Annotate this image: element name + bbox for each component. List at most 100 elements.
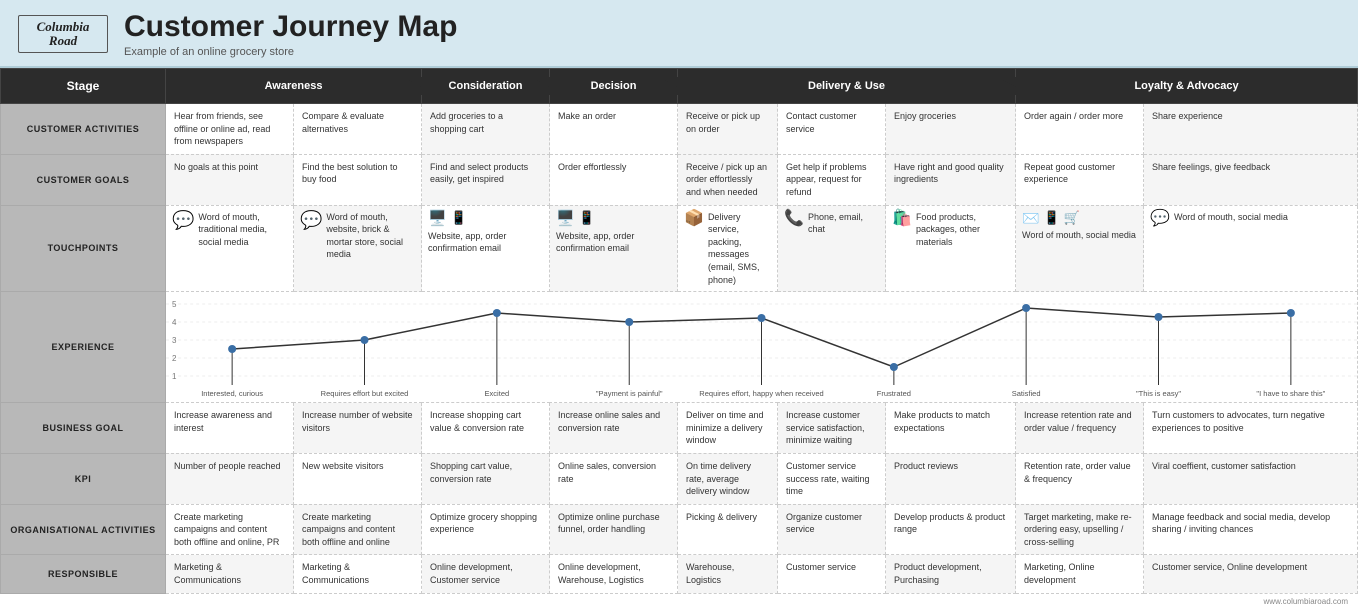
- point-awareness1: [228, 345, 236, 385]
- point-consideration: [493, 309, 501, 385]
- resp-delivery1: Warehouse, Logistics: [678, 555, 778, 593]
- touch-consideration: 🖥️ 📱 Website, app, order confirmation em…: [422, 205, 550, 292]
- oa-loyalty1: Target marketing, make re-ordering easy,…: [1016, 504, 1144, 555]
- kpi-row: KPI Number of people reached New website…: [1, 453, 1358, 504]
- act-decision: Make an order: [550, 104, 678, 155]
- svg-text:Excited: Excited: [485, 389, 510, 398]
- oa-delivery2: Organize customer service: [778, 504, 886, 555]
- point-awareness2: [360, 336, 368, 385]
- touchpoints-row: Touchpoints 💬 Word of mouth, traditional…: [1, 205, 1358, 292]
- footer: www.columbiaroad.com: [0, 594, 1358, 609]
- label-touchpoints: Touchpoints: [1, 205, 166, 292]
- kpi-consideration: Shopping cart value, conversion rate: [422, 453, 550, 504]
- act-loyalty1: Order again / order more: [1016, 104, 1144, 155]
- envelope-icon: ✉️: [1022, 211, 1039, 225]
- svg-text:"I have to share this": "I have to share this": [1256, 389, 1325, 398]
- experience-chart-svg: 5 4 3 2 1: [166, 292, 1357, 402]
- business-goal-row: Business Goal Increase awareness and int…: [1, 403, 1358, 454]
- logo-text: ColumbiaRoad: [37, 20, 90, 49]
- label-customer-activities: Customer Activities: [1, 104, 166, 155]
- touch-delivery2: 📞 Phone, email, chat: [778, 205, 886, 292]
- resp-decision: Online development, Warehouse, Logistics: [550, 555, 678, 593]
- speech-icon: 💬: [172, 211, 194, 229]
- label-responsible: Responsible: [1, 555, 166, 593]
- bg-delivery2: Increase customer service satisfaction, …: [778, 403, 886, 454]
- act-delivery1: Receive or pick up on order: [678, 104, 778, 155]
- resp-awareness2: Marketing & Communications: [294, 555, 422, 593]
- stage-label-cell: Stage: [1, 69, 166, 104]
- bg-decision: Increase online sales and conversion rat…: [550, 403, 678, 454]
- touch-delivery3: 🛍️ Food products, packages, other materi…: [886, 205, 1016, 292]
- act-awareness1: Hear from friends, see offline or online…: [166, 104, 294, 155]
- stage-header-row: Stage Awareness ▶ Consideration ▶ Decisi…: [1, 69, 1358, 104]
- point-delivery1: [757, 314, 765, 385]
- point-delivery3: [1022, 304, 1030, 385]
- responsible-row: Responsible Marketing & Communications M…: [1, 555, 1358, 593]
- svg-text:Satisfied: Satisfied: [1012, 389, 1041, 398]
- goals-delivery3: Have right and good quality ingredients: [886, 154, 1016, 205]
- goals-awareness1: No goals at this point: [166, 154, 294, 205]
- label-org-activities: Organisational Activities: [1, 504, 166, 555]
- touch-delivery1: 📦 Delivery service, packing, messages (e…: [678, 205, 778, 292]
- bg-loyalty1: Increase retention rate and order value …: [1016, 403, 1144, 454]
- bg-delivery3: Make products to match expectations: [886, 403, 1016, 454]
- kpi-delivery2: Customer service success rate, waiting t…: [778, 453, 886, 504]
- bg-awareness1: Increase awareness and interest: [166, 403, 294, 454]
- kpi-awareness2: New website visitors: [294, 453, 422, 504]
- monitor-icon2: 🖥️: [556, 211, 575, 226]
- goals-consideration: Find and select products easily, get ins…: [422, 154, 550, 205]
- touch-text: Word of mouth, traditional media, social…: [198, 211, 287, 249]
- stage-consideration: Consideration ▶: [422, 69, 550, 104]
- point-loyalty1: [1154, 313, 1162, 385]
- header-title-area: Customer Journey Map Example of an onlin…: [124, 10, 457, 58]
- touch-awareness1: 💬 Word of mouth, traditional media, soci…: [166, 205, 294, 292]
- oa-delivery1: Picking & delivery: [678, 504, 778, 555]
- stage-loyalty: Loyalty & Advocacy: [1016, 69, 1358, 104]
- kpi-loyalty2: Viral coeffient, customer satisfaction: [1144, 453, 1358, 504]
- svg-text:3: 3: [172, 336, 177, 345]
- act-loyalty2: Share experience: [1144, 104, 1358, 155]
- subtitle: Example of an online grocery store: [124, 46, 457, 58]
- speech-icon2: 💬: [300, 211, 322, 229]
- label-kpi: KPI: [1, 453, 166, 504]
- goals-loyalty2: Share feelings, give feedback: [1144, 154, 1358, 205]
- resp-loyalty1: Marketing, Online development: [1016, 555, 1144, 593]
- touch-loyalty2: 💬 Word of mouth, social media: [1144, 205, 1358, 292]
- oa-delivery3: Develop products & product range: [886, 504, 1016, 555]
- resp-awareness1: Marketing & Communications: [166, 555, 294, 593]
- svg-text:2: 2: [172, 354, 177, 363]
- oa-loyalty2: Manage feedback and social media, develo…: [1144, 504, 1358, 555]
- kpi-delivery1: On time delivery rate, average delivery …: [678, 453, 778, 504]
- label-customer-goals: Customer Goals: [1, 154, 166, 205]
- phone-icon2: 📱: [579, 211, 595, 224]
- act-awareness2: Compare & evaluate alternatives: [294, 104, 422, 155]
- customer-activities-row: Customer Activities Hear from friends, s…: [1, 104, 1358, 155]
- svg-text:Requires effort, happy when re: Requires effort, happy when received: [699, 389, 823, 398]
- bg-delivery1: Deliver on time and minimize a delivery …: [678, 403, 778, 454]
- bg-consideration: Increase shopping cart value & conversio…: [422, 403, 550, 454]
- svg-text:4: 4: [172, 318, 177, 327]
- bg-awareness2: Increase number of website visitors: [294, 403, 422, 454]
- stage-delivery: Delivery & Use ▶: [678, 69, 1016, 104]
- svg-text:Frustrated: Frustrated: [877, 389, 911, 398]
- resp-delivery2: Customer service: [778, 555, 886, 593]
- label-experience: Experience: [1, 292, 166, 403]
- svg-text:1: 1: [172, 372, 177, 381]
- stage-decision: Decision ▶: [550, 69, 678, 104]
- touch-loyalty1: ✉️ 📱 🛒 Word of mouth, social media: [1016, 205, 1144, 292]
- act-delivery2: Contact customer service: [778, 104, 886, 155]
- monitor-icon: 🖥️: [428, 211, 447, 226]
- goals-decision: Order effortlessly: [550, 154, 678, 205]
- oa-awareness1: Create marketing campaigns and content b…: [166, 504, 294, 555]
- goals-awareness2: Find the best solution to buy food: [294, 154, 422, 205]
- table-wrapper: Stage Awareness ▶ Consideration ▶ Decisi…: [0, 68, 1358, 594]
- act-consideration: Add groceries to a shopping cart: [422, 104, 550, 155]
- resp-loyalty2: Customer service, Online development: [1144, 555, 1358, 593]
- main-title: Customer Journey Map: [124, 10, 457, 44]
- svg-text:"This is easy": "This is easy": [1136, 389, 1181, 398]
- goals-delivery2: Get help if problems appear, request for…: [778, 154, 886, 205]
- kpi-decision: Online sales, conversion rate: [550, 453, 678, 504]
- phone-icon4: 📱: [1043, 211, 1059, 224]
- label-business-goal: Business Goal: [1, 403, 166, 454]
- oa-awareness2: Create marketing campaigns and content b…: [294, 504, 422, 555]
